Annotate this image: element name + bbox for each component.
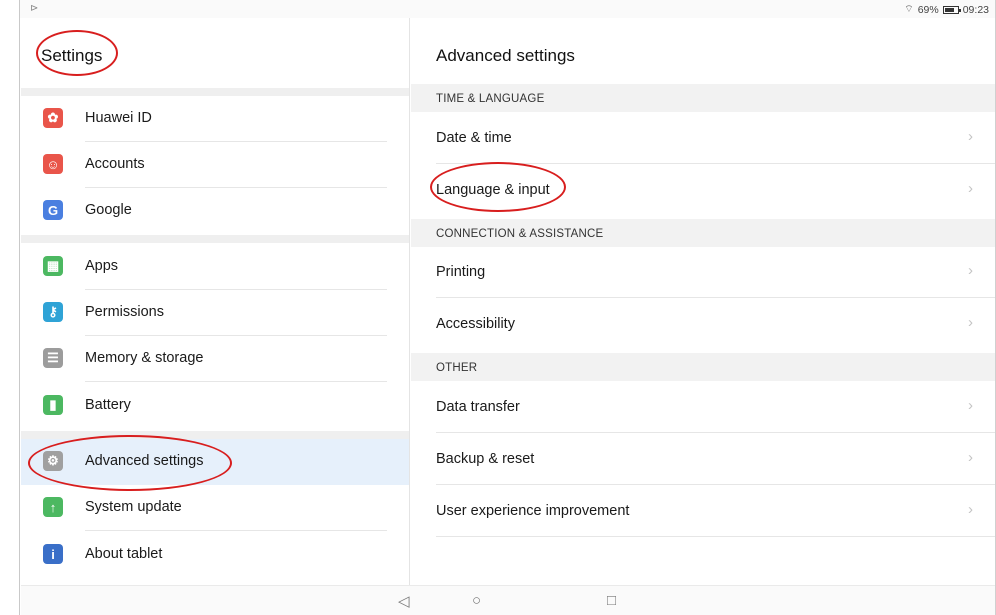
settings-header: Settings — [21, 18, 409, 88]
huawei-icon: ✿ — [43, 108, 63, 128]
row-label: Date & time — [436, 130, 512, 146]
status-indicators: ⌔ 69% 09:23 — [904, 3, 989, 16]
sidebar-item-label: System update — [85, 499, 182, 515]
sidebar-item-label: Memory & storage — [85, 350, 204, 366]
row-accessibility[interactable]: Accessibility › — [411, 298, 995, 350]
sidebar-item-label: Accounts — [85, 156, 145, 172]
row-label: Accessibility — [436, 316, 515, 332]
group-separator — [21, 88, 409, 96]
sidebar-item-battery[interactable]: ▮ Battery — [21, 383, 409, 429]
section-header-label: CONNECTION & ASSISTANCE — [436, 228, 604, 240]
sidebar-item-label: Advanced settings — [85, 453, 204, 469]
row-date-time[interactable]: Date & time › — [411, 112, 995, 164]
sidebar-item-about-tablet[interactable]: i About tablet — [21, 532, 409, 578]
battery-icon — [942, 5, 961, 14]
accounts-icon: ☺ — [43, 154, 63, 174]
chevron-right-icon: › — [968, 449, 973, 466]
sidebar-item-permissions[interactable]: ⚷ Permissions — [21, 290, 409, 336]
sidebar-item-huawei-id[interactable]: ✿ Huawei ID — [21, 96, 409, 142]
google-icon: G — [43, 200, 63, 220]
status-bar: ⊳ ⌔ 69% 09:23 — [20, 0, 995, 18]
chevron-right-icon: › — [968, 128, 973, 145]
section-header-other: OTHER — [411, 353, 995, 381]
info-icon: i — [43, 544, 63, 564]
key-icon: ⚷ — [43, 302, 63, 322]
sidebar-item-label: About tablet — [85, 546, 163, 562]
sidebar-item-memory-storage[interactable]: ☰ Memory & storage — [21, 336, 409, 382]
back-icon[interactable]: ◁ — [398, 592, 410, 610]
divider — [85, 381, 387, 382]
row-label: Data transfer — [436, 399, 520, 415]
sidebar-item-label: Battery — [85, 397, 131, 413]
sidebar-item-label: Google — [85, 202, 132, 218]
row-label: Printing — [436, 264, 486, 280]
chevron-right-icon: › — [968, 262, 973, 279]
row-user-experience[interactable]: User experience improvement › — [411, 485, 995, 537]
settings-sidebar: Settings ✿ Huawei ID ☺ Accounts G Google… — [21, 18, 410, 585]
row-label: Backup & reset — [436, 451, 535, 467]
system-update-icon: ↑ — [43, 497, 63, 517]
gear-icon: ⚙ — [43, 451, 63, 471]
battery-settings-icon: ▮ — [43, 395, 63, 415]
sidebar-item-advanced-settings[interactable]: ⚙ Advanced settings — [21, 439, 409, 485]
wifi-icon: ⌔ — [904, 4, 914, 15]
tablet-screen: ⊳ ⌔ 69% 09:23 Settings ✿ Huawei ID ☺ Acc… — [0, 0, 996, 615]
page-title: Advanced settings — [436, 46, 575, 65]
sidebar-item-apps[interactable]: ▦ Apps — [21, 244, 409, 290]
chevron-right-icon: › — [968, 397, 973, 414]
advanced-settings-panel: Advanced settings TIME & LANGUAGE Date &… — [411, 18, 995, 585]
row-label: User experience improvement — [436, 503, 630, 519]
recents-icon[interactable]: □ — [607, 592, 616, 609]
sidebar-item-label: Huawei ID — [85, 110, 152, 126]
apps-icon: ▦ — [43, 256, 63, 276]
row-backup-reset[interactable]: Backup & reset › — [411, 433, 995, 485]
sidebar-item-system-update[interactable]: ↑ System update — [21, 485, 409, 531]
storage-icon: ☰ — [43, 348, 63, 368]
group-separator — [21, 431, 409, 439]
sidebar-item-accounts[interactable]: ☺ Accounts — [21, 142, 409, 188]
clock: 09:23 — [962, 3, 989, 16]
divider — [85, 530, 387, 531]
sidebar-item-label: Apps — [85, 258, 119, 274]
chevron-right-icon: › — [968, 180, 973, 197]
battery-percent: 69% — [917, 3, 939, 16]
chevron-right-icon: › — [968, 314, 973, 331]
section-header-label: OTHER — [436, 362, 478, 374]
sidebar-item-label: Permissions — [85, 304, 164, 320]
divider — [436, 536, 995, 537]
sidebar-item-google[interactable]: G Google — [21, 188, 409, 234]
row-data-transfer[interactable]: Data transfer › — [411, 381, 995, 433]
chevron-right-icon: › — [968, 501, 973, 518]
section-header-time-language: TIME & LANGUAGE — [411, 84, 995, 112]
section-header-label: TIME & LANGUAGE — [436, 93, 545, 105]
play-icon: ⊳ — [30, 3, 39, 14]
group-separator — [21, 235, 409, 243]
row-label: Language & input — [436, 182, 550, 198]
row-printing[interactable]: Printing › — [411, 246, 995, 298]
row-language-input[interactable]: Language & input › — [411, 164, 995, 216]
left-bezel — [0, 0, 20, 615]
system-nav-bar: ◁ ○ □ — [21, 585, 995, 615]
settings-title: Settings — [41, 46, 103, 65]
home-icon[interactable]: ○ — [472, 592, 481, 609]
section-header-connection: CONNECTION & ASSISTANCE — [411, 219, 995, 247]
